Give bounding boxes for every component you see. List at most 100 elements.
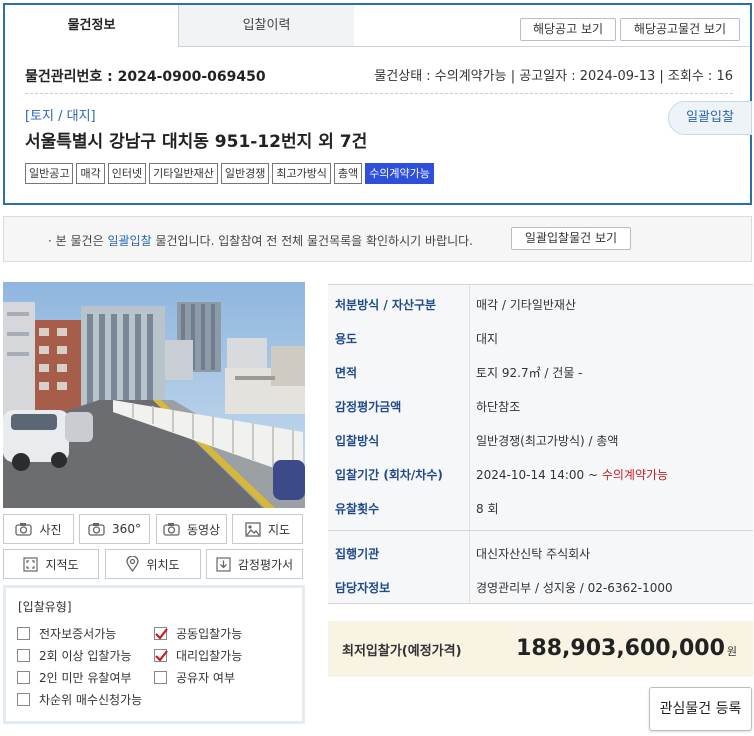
info-value: 경영관리부 / 성지웅 / 02-6362-1000 [476, 581, 673, 595]
photo-button[interactable]: 사진 [3, 514, 74, 544]
tab-bid-history[interactable]: 입찰이력 [179, 5, 354, 47]
bid-type-option: 공유자 여부 [154, 669, 235, 686]
item-tag: 일반공고 [25, 163, 74, 184]
bid-type-option-label: 공유자 여부 [176, 671, 236, 685]
view360-button[interactable]: 360° [79, 514, 150, 544]
info-value: 대지 [476, 332, 499, 346]
info-row-usage: 용도 대지 [328, 322, 753, 356]
bid-period-status: 수의계약가능 [601, 468, 669, 482]
summary-divider [25, 93, 733, 94]
bid-type-option-label: 2인 미만 유찰여부 [39, 671, 132, 685]
info-row-contact: 담당자정보 경영관리부 / 성지웅 / 02-6362-1000 [328, 571, 753, 605]
checkbox-checked-icon [154, 627, 168, 640]
bid-type-option: 2인 미만 유찰여부 [17, 669, 132, 686]
info-label: 처분방식 / 자산구분 [335, 298, 437, 312]
item-tag: 기타일반재산 [149, 163, 218, 184]
item-tags: 일반공고 매각 인터넷 기타일반재산 일반경쟁 최고가방식 총액 수의계약가능 [25, 163, 434, 184]
download-icon [216, 556, 231, 572]
bid-type-option-label: 공동입찰가능 [176, 627, 243, 641]
price-unit: 원 [726, 645, 737, 658]
info-label: 입찰기간 (회차/차수) [335, 468, 443, 482]
item-category: [토지 / 대지] [25, 109, 96, 124]
info-section-divider [328, 530, 753, 531]
map-pin-icon [126, 556, 140, 572]
video-button[interactable]: 동영상 [156, 514, 227, 544]
view-bulk-items-button[interactable]: 일괄입찰물건 보기 [511, 227, 631, 250]
bid-type-title: [입찰유형] [18, 600, 72, 614]
info-value: 일반경쟁(최고가방식) / 총액 [476, 434, 619, 448]
cadastral-map-button[interactable]: 지적도 [3, 549, 99, 579]
info-value: 토지 92.7㎡ / 건물 - [476, 366, 583, 380]
meta-separator: | [659, 69, 668, 84]
bid-type-option: 2회 이상 입찰가능 [17, 647, 132, 664]
info-label: 감정평가금액 [335, 400, 402, 414]
tab-item-info[interactable]: 물건정보 [5, 5, 179, 47]
item-info-table: 처분방식 / 자산구분 매각 / 기타일반재산 용도 대지 면적 토지 92.7… [328, 284, 753, 604]
camera-icon [163, 522, 180, 536]
item-tag: 인터넷 [107, 163, 147, 184]
minimum-bid-price-box: 최저입찰가(예정가격) 188,903,600,000 원 [328, 621, 753, 677]
info-value: 대신자산신탁 주식회사 [476, 547, 591, 561]
photo-label: 사진 [39, 522, 62, 537]
info-label: 용도 [335, 332, 358, 346]
bid-type-option: 전자보증서가능 [17, 625, 116, 642]
info-label: 유찰횟수 [335, 502, 380, 516]
checkbox-empty-icon [17, 693, 30, 706]
notice-date: 공고일자 : 2024-09-13 [519, 69, 656, 84]
info-value: 2024-10-14 14:00 ~ 수의계약가능 [476, 458, 668, 492]
bid-type-option-label: 전자보증서가능 [39, 627, 117, 641]
checkbox-empty-icon [17, 671, 30, 684]
checkbox-empty-icon [154, 671, 167, 684]
item-meta: 물건상태 : 수의계약가능 | 공고일자 : 2024-09-13 | 조회수 … [374, 65, 733, 84]
info-value: 매각 / 기타일반재산 [476, 298, 576, 312]
item-tag: 최고가방식 [272, 163, 331, 184]
video-label: 동영상 [186, 522, 221, 537]
notice-prefix: 본 물건은 [55, 234, 108, 248]
notice-highlight: 일괄입찰 [107, 234, 152, 248]
bid-type-option: 차순위 매수신청가능 [17, 691, 142, 708]
map-button[interactable]: 지도 [232, 514, 303, 544]
checkbox-empty-icon [17, 649, 30, 662]
expand-icon [23, 556, 39, 572]
info-row-area: 면적 토지 92.7㎡ / 건물 - [328, 356, 753, 390]
cadastral-label: 지적도 [45, 557, 79, 572]
item-tag: 수의계약가능 [365, 163, 434, 184]
bid-type-option-label: 대리입찰가능 [176, 649, 243, 663]
view360-label: 360° [112, 522, 141, 536]
bulk-bid-badge[interactable]: 일괄입찰 [668, 101, 752, 135]
view-count: 조회수 : 16 [667, 69, 733, 84]
bulk-notice-text: · 본 물건은 일괄입찰 물건입니다. 입찰참여 전 전체 물건목록을 확인하시… [48, 232, 473, 249]
item-tag: 매각 [76, 163, 105, 184]
info-label: 입찰방식 [335, 434, 380, 448]
item-summary-panel: 물건정보 입찰이력 해당공고 보기 해당공고물건 보기 물건관리번호 : 202… [3, 3, 752, 205]
bid-type-option-label: 차순위 매수신청가능 [39, 693, 143, 707]
info-row-disposal: 처분방식 / 자산구분 매각 / 기타일반재산 [328, 288, 753, 322]
location-map-button[interactable]: 위치도 [105, 549, 201, 579]
item-tag: 일반경쟁 [220, 163, 270, 184]
item-address: 서울특별시 강남구 대치동 951-12번지 외 7건 [25, 132, 368, 152]
management-number: 물건관리번호 : 2024-0900-069450 [25, 69, 266, 85]
info-value: 하단참조 [476, 400, 521, 414]
notice-suffix: 물건입니다. 입찰참여 전 전체 물건목록을 확인하시기 바랍니다. [151, 234, 473, 248]
bid-type-option: 공동입찰가능 [154, 625, 242, 642]
info-value: 8 회 [476, 502, 499, 516]
bid-period-dates: 2024-10-14 14:00 ~ [476, 468, 602, 482]
location-label: 위치도 [146, 557, 180, 572]
info-row-appraisal: 감정평가금액 하단참조 [328, 390, 753, 424]
bulk-notice-bar: · 본 물건은 일괄입찰 물건입니다. 입찰참여 전 전체 물건목록을 확인하시… [3, 216, 752, 262]
info-label: 담당자정보 [335, 581, 391, 595]
appraisal-report-button[interactable]: 감정평가서 [206, 549, 303, 579]
info-row-fail-count: 유찰횟수 8 회 [328, 492, 753, 526]
camera-icon [15, 522, 33, 536]
info-row-bid-period: 입찰기간 (회차/차수) 2024-10-14 14:00 ~ 수의계약가능 [328, 458, 753, 492]
info-row-bid-method: 입찰방식 일반경쟁(최고가방식) / 총액 [328, 424, 753, 458]
item-status: 물건상태 : 수의계약가능 [374, 69, 507, 84]
property-photo[interactable] [3, 282, 305, 508]
minimum-bid-label: 최저입찰가(예정가격) [342, 644, 462, 659]
minimum-bid-value: 188,903,600,000 원 [516, 636, 737, 661]
view-notice-button[interactable]: 해당공고 보기 [520, 18, 616, 41]
bid-type-option-label: 2회 이상 입찰가능 [39, 649, 132, 663]
add-favorite-button[interactable]: 관심물건 등록 [649, 687, 752, 731]
item-tag: 총액 [333, 163, 363, 184]
view-notice-items-button[interactable]: 해당공고물건 보기 [620, 18, 740, 41]
